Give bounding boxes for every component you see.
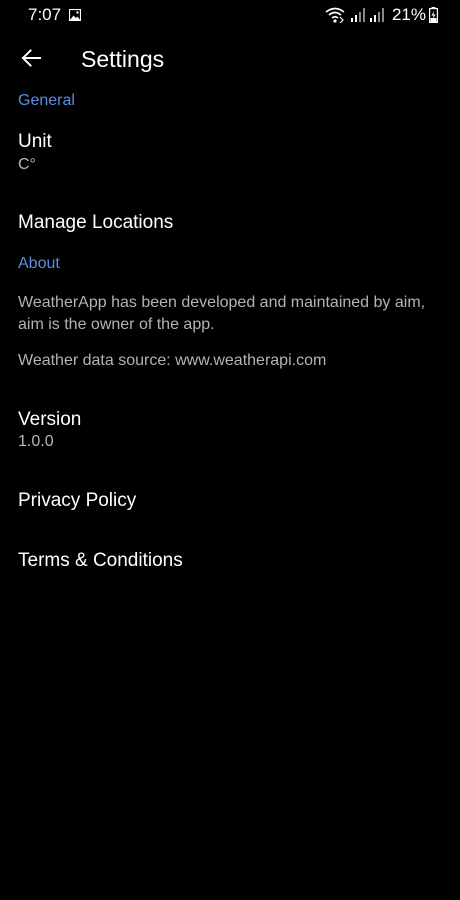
status-time: 7:07 (28, 5, 62, 24)
terms-conditions-item[interactable]: Terms & Conditions (18, 550, 183, 572)
arrow-back-icon (21, 48, 41, 72)
signal-icon (350, 8, 365, 22)
manage-locations-item[interactable]: Manage Locations (18, 212, 173, 234)
signal-icon (369, 8, 384, 22)
status-bar: 7:07 21% (0, 0, 460, 30)
unit-title: Unit (18, 131, 52, 152)
about-description: WeatherApp has been developed and mainta… (18, 294, 426, 333)
status-icons: 21% (325, 4, 438, 26)
image-icon (68, 8, 82, 22)
page-title: Settings (81, 46, 165, 72)
version-title: Version (18, 409, 82, 430)
privacy-policy-item[interactable]: Privacy Policy (18, 490, 136, 512)
battery-charging-icon (429, 7, 438, 23)
version-value: 1.0.0 (18, 433, 54, 450)
section-header-about: About (18, 255, 60, 272)
app-bar: Settings (0, 38, 460, 82)
unit-value: C° (18, 156, 36, 173)
battery-percentage: 21% (391, 5, 426, 24)
section-header-general: General (18, 92, 75, 109)
data-source-text: Weather data source: www.weatherapi.com (18, 352, 327, 369)
back-button[interactable] (18, 47, 44, 73)
wifi-calling-icon (325, 7, 345, 23)
